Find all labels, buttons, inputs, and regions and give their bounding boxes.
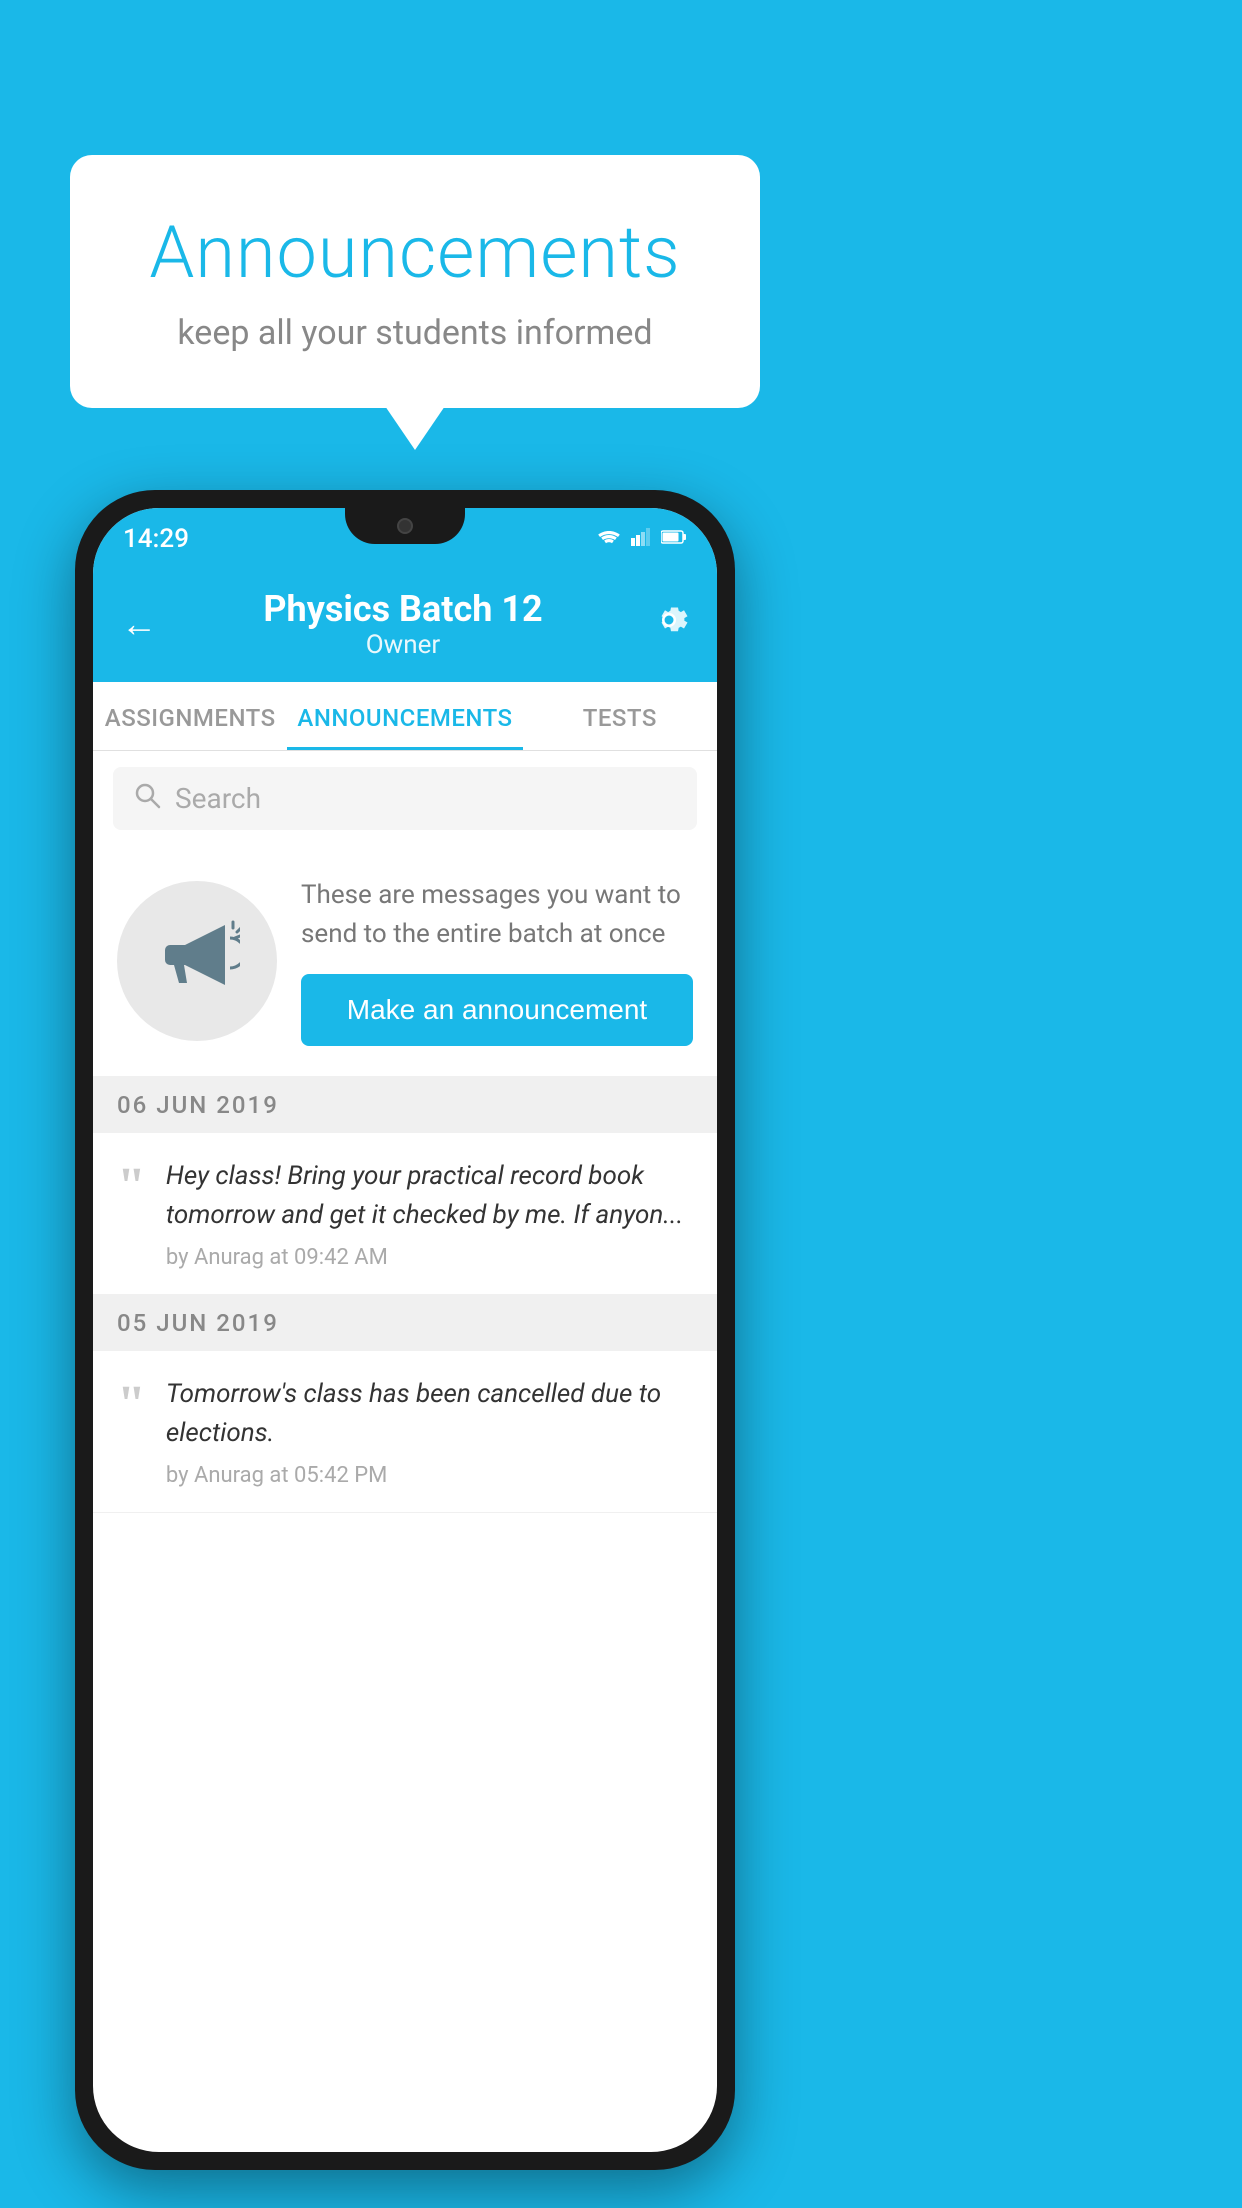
announcement-text-1: Hey class! Bring your practical record b… (166, 1157, 693, 1235)
battery-icon (661, 529, 687, 549)
announcement-meta-2: by Anurag at 05:42 PM (166, 1463, 693, 1488)
phone-inner: 14:29 (93, 508, 717, 2152)
status-bar: 14:29 (93, 508, 717, 570)
search-icon (133, 781, 161, 816)
date-separator-1: 06 JUN 2019 (93, 1077, 717, 1133)
announcement-content-1: Hey class! Bring your practical record b… (166, 1157, 693, 1270)
bubble-title: Announcements (120, 210, 710, 295)
status-icons (597, 527, 687, 551)
notch (345, 508, 465, 544)
announcement-description: These are messages you want to send to t… (301, 876, 693, 954)
date-separator-2: 05 JUN 2019 (93, 1295, 717, 1351)
tab-assignments[interactable]: ASSIGNMENTS (93, 682, 287, 750)
header-title: Physics Batch 12 (263, 588, 542, 630)
announcement-right: These are messages you want to send to t… (301, 876, 693, 1046)
phone-mockup: 14:29 (75, 490, 735, 2170)
notch-camera (397, 518, 413, 534)
wifi-icon (597, 527, 621, 551)
search-bar[interactable]: Search (113, 767, 697, 830)
make-announcement-button[interactable]: Make an announcement (301, 974, 693, 1046)
app-header: ← Physics Batch 12 Owner (93, 570, 717, 682)
announcement-item-2: " Tomorrow's class has been cancelled du… (93, 1351, 717, 1513)
quote-icon-1: " (117, 1161, 146, 1213)
announcement-prompt: These are messages you want to send to t… (93, 846, 717, 1077)
signal-icon (631, 527, 651, 551)
header-subtitle: Owner (263, 630, 542, 660)
search-container: Search (93, 751, 717, 846)
status-time: 14:29 (123, 524, 189, 554)
megaphone-circle (117, 881, 277, 1041)
header-center: Physics Batch 12 Owner (263, 588, 542, 660)
settings-icon[interactable] (649, 600, 689, 649)
tabs-bar: ASSIGNMENTS ANNOUNCEMENTS TESTS (93, 682, 717, 751)
megaphone-icon (155, 910, 240, 1013)
tab-announcements[interactable]: ANNOUNCEMENTS (287, 682, 522, 750)
announcement-item-1: " Hey class! Bring your practical record… (93, 1133, 717, 1295)
speech-bubble: Announcements keep all your students inf… (70, 155, 760, 408)
tab-tests[interactable]: TESTS (523, 682, 717, 750)
announcement-meta-1: by Anurag at 09:42 AM (166, 1245, 693, 1270)
bubble-subtitle: keep all your students informed (120, 313, 710, 353)
quote-icon-2: " (117, 1379, 146, 1431)
back-button[interactable]: ← (121, 603, 157, 645)
search-placeholder: Search (175, 782, 261, 815)
announcement-text-2: Tomorrow's class has been cancelled due … (166, 1375, 693, 1453)
announcement-content-2: Tomorrow's class has been cancelled due … (166, 1375, 693, 1488)
speech-bubble-container: Announcements keep all your students inf… (70, 155, 760, 408)
